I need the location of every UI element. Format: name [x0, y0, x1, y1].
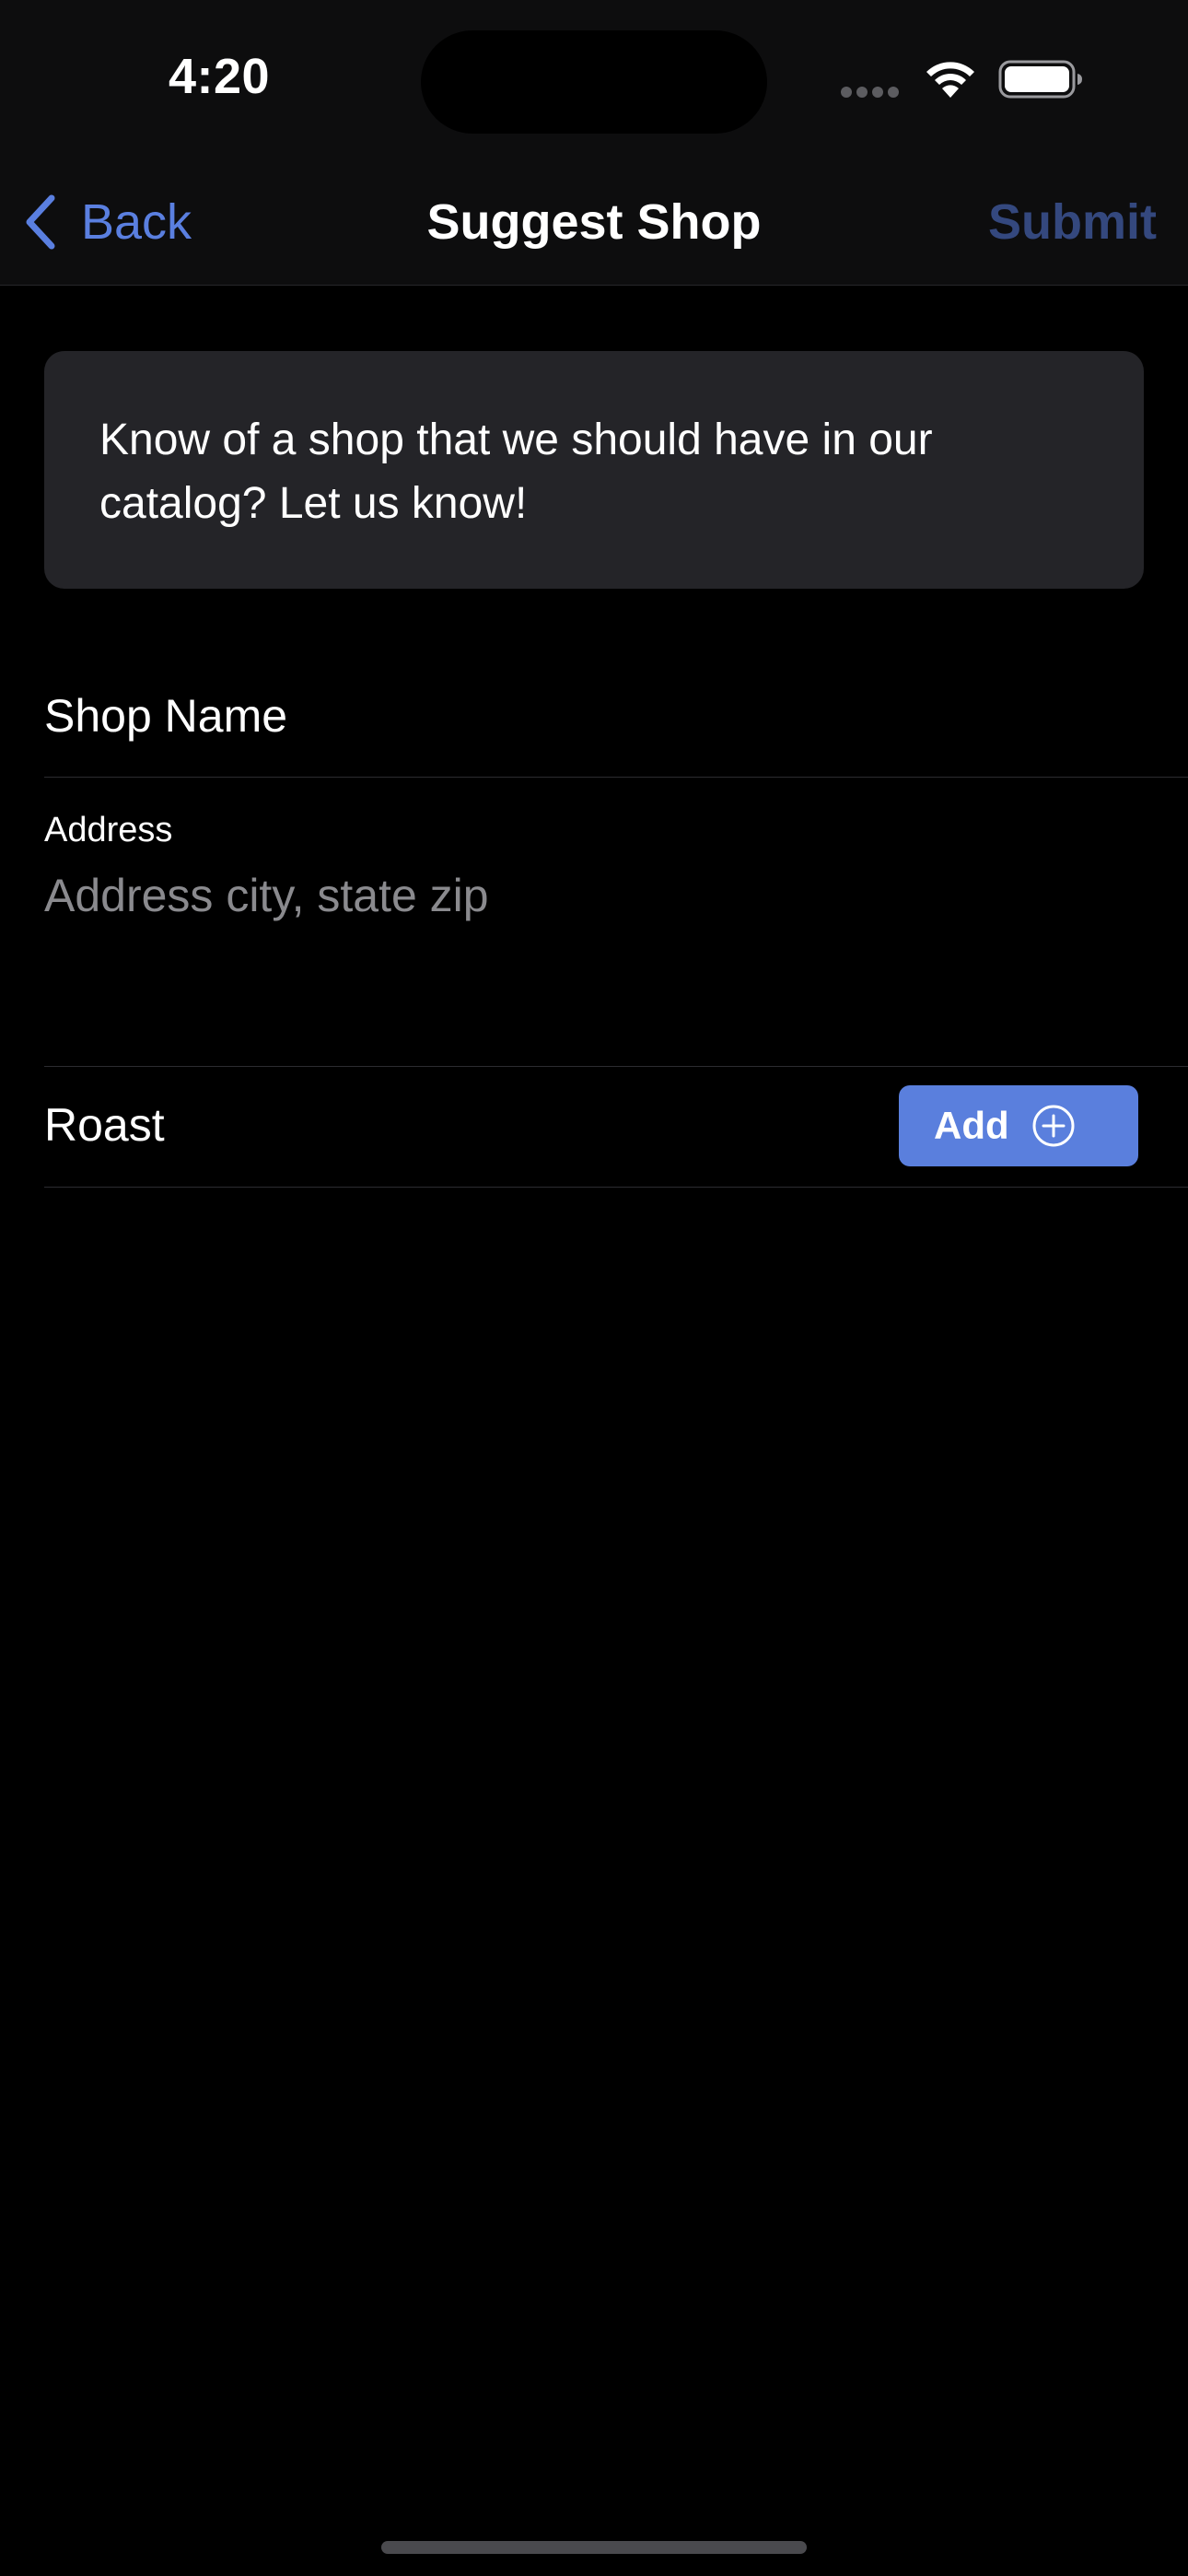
add-roast-button[interactable]: Add — [899, 1085, 1138, 1166]
dynamic-island — [421, 30, 767, 134]
roast-row: Roast Add — [44, 1067, 1188, 1188]
top-bar: 4:20 Back Suggest Shop Submit — [0, 0, 1188, 286]
home-indicator[interactable] — [381, 2541, 807, 2554]
add-button-label: Add — [934, 1104, 1009, 1147]
info-card-text: Know of a shop that we should have in ou… — [99, 416, 933, 528]
plus-circle-icon — [1032, 1105, 1075, 1147]
roast-label: Roast — [44, 1099, 165, 1151]
suggest-shop-screen: 4:20 Back Suggest Shop Submit Know of a … — [0, 0, 1188, 2576]
shop-name-label: Shop Name — [44, 690, 288, 742]
status-time: 4:20 — [169, 49, 271, 104]
battery-icon — [998, 60, 1082, 99]
wifi-icon — [926, 62, 974, 98]
address-field[interactable]: Address — [44, 778, 1188, 1067]
submit-button[interactable]: Submit — [988, 193, 1157, 251]
info-card: Know of a shop that we should have in ou… — [44, 351, 1144, 589]
address-input[interactable] — [44, 859, 1103, 932]
cellular-signal-icon — [841, 86, 905, 99]
address-label: Address — [44, 811, 173, 849]
shop-name-field[interactable]: Shop Name — [44, 663, 1188, 778]
